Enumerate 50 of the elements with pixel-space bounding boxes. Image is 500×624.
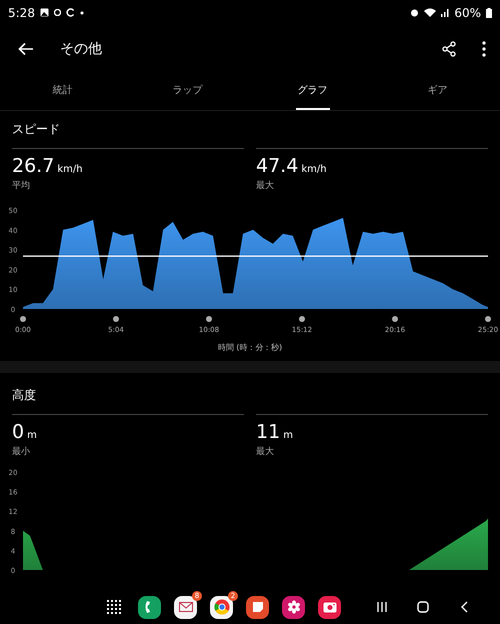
flower-icon [286, 600, 300, 614]
wifi-icon [424, 8, 436, 17]
share-icon[interactable] [442, 40, 456, 56]
alarm-icon [410, 8, 420, 17]
grid-icon [106, 600, 120, 614]
page-title: その他 [60, 40, 103, 58]
camera-icon [322, 601, 336, 613]
x-axis-title: 時間 (時 : 分 : 秒) [218, 342, 282, 353]
recents-button[interactable] [377, 602, 387, 612]
sync-icon [66, 8, 75, 17]
phone-app-icon[interactable] [138, 596, 161, 618]
stat-value: 11 m [256, 421, 293, 443]
mail-app-icon[interactable] [174, 596, 197, 618]
x-axis-marker [299, 316, 305, 322]
tab[interactable]: 統計 [50, 72, 74, 110]
battery-icon [486, 8, 492, 18]
x-axis-marker [485, 316, 491, 322]
back-button[interactable] [460, 601, 468, 613]
x-axis-marker [113, 316, 119, 322]
signal-icon [441, 8, 450, 17]
stat-label: 最大 [256, 180, 274, 192]
browser-app-icon[interactable] [210, 596, 233, 618]
gallery-icon [40, 8, 49, 17]
section-title: スピード [12, 121, 61, 138]
tab[interactable]: グラフ [296, 72, 330, 110]
stat-value: 0 m [12, 421, 37, 443]
stat-value: 47.4 km/h [256, 155, 327, 177]
more-options-icon[interactable] [482, 40, 486, 56]
browser-logo-icon [214, 599, 230, 615]
status-time: 5:28 [8, 6, 35, 20]
stat-label: 最小 [12, 446, 30, 458]
stat-value: 26.7 km/h [12, 155, 83, 177]
stat-label: 最大 [256, 446, 274, 458]
back-arrow-icon[interactable] [18, 42, 34, 56]
section-title: 高度 [12, 387, 37, 404]
envelope-icon [178, 602, 192, 612]
x-axis-marker [20, 316, 26, 322]
camera-app-icon[interactable] [318, 596, 341, 618]
home-button[interactable] [417, 601, 429, 613]
notification-icon [54, 9, 61, 16]
notes-app-icon[interactable] [246, 596, 269, 618]
stat-label: 平均 [12, 180, 30, 192]
tab[interactable]: ギア [426, 72, 450, 110]
battery-percent: 60% [454, 6, 481, 20]
note-icon [252, 601, 264, 613]
dot-icon [80, 10, 84, 14]
x-axis-marker [392, 316, 398, 322]
x-axis-marker [206, 316, 212, 322]
tab[interactable]: ラップ [170, 72, 204, 110]
flower-app-icon[interactable] [282, 596, 305, 618]
